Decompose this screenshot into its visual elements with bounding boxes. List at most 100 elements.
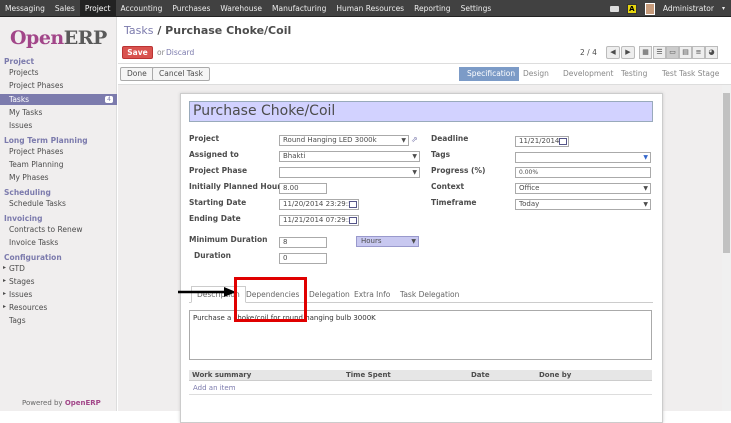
stage-test-task-stage[interactable]: Test Task Stage	[662, 67, 719, 81]
cancel-task-button[interactable]: Cancel Task	[152, 67, 210, 81]
powered-by-link[interactable]: OpenERP	[65, 399, 101, 407]
planned-hours-input[interactable]: 8.00	[279, 183, 327, 194]
tags-field[interactable]: ▼	[515, 152, 651, 163]
save-button[interactable]: Save	[122, 46, 153, 59]
scrollbar[interactable]	[722, 85, 731, 411]
tab-task-delegation[interactable]: Task Delegation	[400, 290, 459, 299]
sidebar-item-gtd[interactable]: GTD	[3, 264, 25, 273]
sidebar-item-stages[interactable]: Stages	[3, 277, 35, 286]
done-button[interactable]: Done	[120, 67, 154, 81]
announcement-icon[interactable]: A	[626, 3, 637, 14]
menu-human-resources[interactable]: Human Resources	[331, 0, 409, 17]
external-link-icon[interactable]: ⇗	[411, 135, 418, 144]
sidebar-item-my-phases[interactable]: My Phases	[9, 173, 49, 182]
chevron-down-icon: ▼	[643, 185, 648, 192]
page-title: Purchase Choke/Coil	[165, 24, 292, 37]
logo: OpenERP	[10, 27, 107, 49]
context-field[interactable]: Office ▼	[515, 183, 651, 194]
minimum-duration-input[interactable]: 8	[279, 237, 327, 248]
menu-warehouse[interactable]: Warehouse	[215, 0, 267, 17]
sidebar-item-schedule-tasks[interactable]: Schedule Tasks	[9, 199, 66, 208]
discard-link[interactable]: Discard	[166, 48, 194, 57]
user-area: A Administrator ▾	[609, 0, 725, 17]
sidebar-item-team-planning[interactable]: Team Planning	[9, 160, 64, 169]
sidebar-item-config-issues[interactable]: Issues	[3, 290, 32, 299]
sidebar-item-tasks[interactable]: Tasks 4	[0, 94, 117, 105]
planned-hours-label: Initially Planned Hour(s)	[189, 182, 293, 191]
stage-testing[interactable]: Testing	[621, 67, 647, 81]
pager-previous-button[interactable]: ◀	[606, 46, 620, 59]
tags-label: Tags	[431, 150, 451, 159]
menu-project[interactable]: Project	[79, 0, 116, 17]
user-name[interactable]: Administrator	[663, 4, 714, 13]
menu-manufacturing[interactable]: Manufacturing	[267, 0, 331, 17]
calendar-icon	[349, 201, 357, 208]
breadcrumb-tasks-link[interactable]: Tasks	[124, 24, 153, 37]
gantt-view-button[interactable]: ≡	[692, 46, 705, 59]
pager-value: 2 / 4	[580, 48, 597, 57]
sidebar-item-project-phases[interactable]: Project Phases	[9, 81, 63, 90]
tab-delegation[interactable]: Delegation	[309, 290, 350, 299]
scrollbar-thumb[interactable]	[723, 93, 730, 253]
tab-extra-info[interactable]: Extra Info	[354, 290, 390, 299]
graph-view-button[interactable]: ◕	[705, 46, 718, 59]
sidebar-item-contracts-to-renew[interactable]: Contracts to Renew	[9, 225, 82, 234]
sidebar-item-tags[interactable]: Tags	[9, 316, 26, 325]
starting-date-label: Starting Date	[189, 198, 247, 207]
sidebar-item-resources[interactable]: Resources	[3, 303, 47, 312]
menu-reporting[interactable]: Reporting	[409, 0, 455, 17]
timeframe-label: Timeframe	[431, 198, 477, 207]
sidebar-item-issues[interactable]: Issues	[9, 121, 32, 130]
menu-sales[interactable]: Sales	[50, 0, 80, 17]
menu-settings[interactable]: Settings	[456, 0, 497, 17]
duration-unit-select[interactable]: Hours ▼	[356, 236, 419, 247]
sidebar-item-ltp-project-phases[interactable]: Project Phases	[9, 147, 63, 156]
progress-label: Progress (%)	[431, 166, 486, 175]
list-view-button[interactable]: ☰	[653, 46, 666, 59]
task-title-input[interactable]: Purchase Choke/Coil	[189, 101, 653, 122]
menu-accounting[interactable]: Accounting	[116, 0, 168, 17]
stage-specification[interactable]: Specification	[459, 67, 519, 81]
stage-development[interactable]: Development	[563, 67, 614, 81]
worksheet-header: Work summary Time Spent Date Done by	[189, 370, 652, 381]
column-header-work-summary[interactable]: Work summary	[192, 371, 251, 379]
mail-icon[interactable]	[609, 5, 619, 12]
chevron-down-icon: ▼	[643, 154, 648, 161]
avatar[interactable]	[644, 2, 655, 15]
column-header-done-by[interactable]: Done by	[539, 371, 571, 379]
starting-date-input[interactable]: 11/20/2014 23:29:59	[279, 199, 359, 210]
sidebar-item-invoice-tasks[interactable]: Invoice Tasks	[9, 238, 58, 247]
chevron-down-icon: ▼	[643, 201, 648, 208]
sidebar-item-projects[interactable]: Projects	[9, 68, 39, 77]
ending-date-input[interactable]: 11/21/2014 07:29:59	[279, 215, 359, 226]
or-label: or	[157, 48, 165, 57]
timeframe-field[interactable]: Today ▼	[515, 199, 651, 210]
chevron-down-icon: ▼	[412, 153, 417, 160]
worksheet-divider	[189, 394, 652, 395]
form-view-button[interactable]: ▭	[666, 46, 679, 59]
add-an-item-link[interactable]: Add an item	[193, 384, 236, 392]
project-label: Project	[189, 134, 220, 143]
stage-design[interactable]: Design	[523, 67, 549, 81]
menu-messaging[interactable]: Messaging	[0, 0, 50, 17]
assigned-to-field[interactable]: Bhakti ▼	[279, 151, 420, 162]
chevron-down-icon[interactable]: ▾	[722, 5, 725, 12]
sidebar-item-label: Tasks	[9, 95, 30, 104]
pager-next-button[interactable]: ▶	[621, 46, 635, 59]
deadline-input[interactable]: 11/21/2014	[515, 136, 569, 147]
project-phase-field[interactable]: ▼	[279, 167, 420, 178]
sidebar-section-project: Project	[4, 57, 35, 66]
sidebar-item-my-tasks[interactable]: My Tasks	[9, 108, 42, 117]
duration-input[interactable]: 0	[279, 253, 327, 264]
ending-date-label: Ending Date	[189, 214, 241, 223]
sidebar: OpenERP Project Projects Project Phases …	[0, 17, 117, 411]
column-header-date[interactable]: Date	[471, 371, 490, 379]
project-field[interactable]: Round Hanging LED 3000k ▼	[279, 135, 409, 146]
context-label: Context	[431, 182, 465, 191]
sidebar-section-long-term-planning: Long Term Planning	[4, 136, 88, 145]
column-header-time-spent[interactable]: Time Spent	[346, 371, 391, 379]
calendar-view-button[interactable]: ▤	[679, 46, 692, 59]
menu-purchases[interactable]: Purchases	[167, 0, 215, 17]
sidebar-section-configuration: Configuration	[4, 253, 62, 262]
kanban-view-button[interactable]: ▦	[639, 46, 652, 59]
